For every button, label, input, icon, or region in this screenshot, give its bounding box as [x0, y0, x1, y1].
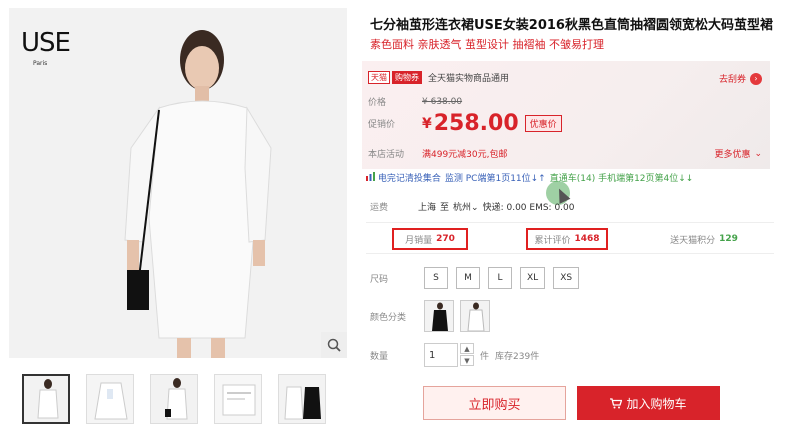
- add-to-cart-button[interactable]: 加入购物车: [577, 386, 720, 420]
- shipping-label: 运费: [370, 203, 389, 213]
- color-label: 颜色分类: [370, 312, 407, 323]
- size-option-m[interactable]: M: [456, 267, 480, 289]
- size-label: 尺码: [370, 274, 389, 285]
- ship-from: 上海: [418, 203, 437, 213]
- thumbnail-2[interactable]: [86, 374, 134, 424]
- tmall-tag: 天猫: [368, 71, 390, 84]
- quantity-row: 数量 1 ▲ ▼ 件 库存239件: [370, 343, 539, 367]
- coupon-row: 天猫 购物券 全天猫实物商品通用: [368, 71, 509, 84]
- list-price: ¥ 638.00: [422, 96, 463, 107]
- quantity-label: 数量: [370, 351, 389, 362]
- color-option-black[interactable]: [424, 300, 454, 332]
- stats-bar: 月销量 270 累计评价 1468 送天猫积分 129: [366, 222, 774, 254]
- add-to-cart-label: 加入购物车: [626, 396, 687, 411]
- main-product-image[interactable]: USE Paris: [9, 8, 347, 358]
- review-count[interactable]: 累计评价 1468: [526, 228, 608, 250]
- color-row: 颜色分类: [370, 300, 496, 332]
- size-row: 尺码 S M L XL XS: [370, 267, 587, 289]
- zoom-button[interactable]: [321, 332, 347, 358]
- ship-fees: 快递: 0.00 EMS: 0.00: [482, 203, 575, 213]
- more-offers-link[interactable]: 更多优惠 ⌄: [714, 147, 762, 161]
- decrement-icon[interactable]: ▼: [460, 355, 474, 366]
- size-option-xl[interactable]: XL: [520, 267, 546, 289]
- increment-icon[interactable]: ▲: [460, 343, 474, 354]
- ship-to-word: 至: [440, 203, 450, 213]
- activity-row: 本店活动 满499元减30元,包邮: [368, 147, 508, 160]
- brand-logo: USE: [21, 28, 71, 58]
- thumbnail-strip: [22, 374, 326, 424]
- review-count-value: 1468: [574, 234, 600, 244]
- coupon-link-label: 去刮券: [718, 75, 746, 85]
- chevron-down-icon: ⌄: [471, 203, 479, 213]
- brand-logo-sub: Paris: [33, 60, 48, 67]
- currency-symbol: ¥: [422, 115, 432, 132]
- product-page: USE Paris 七分袖茧形连衣裙USE女装2016秋黑色直筒抽褶圆领宽松大码…: [0, 0, 803, 442]
- price-panel: 天猫 购物券 全天猫实物商品通用 去刮券 › 价格 ¥ 638.00 促销价 ¥…: [362, 61, 770, 169]
- rank-item-1[interactable]: 电完记清投集合: [366, 171, 441, 184]
- tmall-points-value: 129: [719, 234, 738, 244]
- stock-count: 库存239件: [495, 351, 540, 362]
- quantity-input[interactable]: 1: [424, 343, 458, 367]
- size-option-xs[interactable]: XS: [553, 267, 580, 289]
- cart-icon: [610, 397, 623, 408]
- size-option-s[interactable]: S: [424, 267, 448, 289]
- more-offers-label: 更多优惠: [714, 150, 751, 160]
- thumbnail-3[interactable]: [150, 374, 198, 424]
- product-subtitle: 素色面料 亲肤透气 茧型设计 抽褶袖 不皱易打理: [370, 38, 604, 51]
- thumbnail-1[interactable]: [22, 374, 70, 424]
- ship-to-select[interactable]: 杭州⌄: [453, 200, 479, 213]
- rank-item-3[interactable]: 直通车(14) 手机端第12页第4位↓↓: [550, 171, 694, 184]
- monthly-sales-value: 270: [436, 234, 455, 244]
- chevron-right-icon: ›: [750, 72, 762, 85]
- chart-icon: [366, 172, 375, 181]
- chevron-down-icon: ⌄: [754, 148, 762, 159]
- tmall-points: 送天猫积分 129: [670, 234, 738, 246]
- gouwuquan-tag: 购物券: [392, 71, 422, 84]
- quantity-stepper: ▲ ▼: [460, 343, 474, 367]
- activity-label: 本店活动: [368, 150, 405, 160]
- list-price-label: 价格: [368, 98, 387, 108]
- list-price-row: 价格 ¥ 638.00: [368, 95, 463, 109]
- quantity-unit: 件: [480, 351, 490, 362]
- shipping-row: 运费 上海 至 杭州⌄ 快递: 0.00 EMS: 0.00: [370, 200, 574, 213]
- color-option-white[interactable]: [460, 300, 490, 332]
- coupon-link[interactable]: 去刮券 ›: [719, 72, 762, 85]
- buy-now-button[interactable]: 立即购买: [423, 386, 566, 420]
- monthly-sales: 月销量 270: [392, 228, 468, 250]
- promo-price: 258.00: [433, 111, 519, 136]
- rank-item-2[interactable]: 监测 PC端第1页11位↓↑: [445, 171, 546, 184]
- thumbnail-5[interactable]: [278, 374, 326, 424]
- coupon-text: 全天猫实物商品通用: [428, 74, 510, 84]
- promo-price-label: 促销价: [368, 120, 396, 130]
- discount-badge: 优惠价: [524, 115, 562, 132]
- magnifier-icon: [327, 338, 341, 352]
- promo-price-row: 促销价 ¥ 258.00 优惠价: [368, 111, 562, 136]
- model-photo: [9, 8, 347, 358]
- activity-text[interactable]: 满499元减30元,包邮: [422, 147, 508, 160]
- thumbnail-4[interactable]: [214, 374, 262, 424]
- size-option-l[interactable]: L: [488, 267, 512, 289]
- rank-info: 电完记清投集合 监测 PC端第1页11位↓↑ 直通车(14) 手机端第12页第4…: [366, 171, 693, 184]
- product-title: 七分袖茧形连衣裙USE女装2016秋黑色直筒抽褶圆领宽松大码茧型裙: [370, 18, 773, 33]
